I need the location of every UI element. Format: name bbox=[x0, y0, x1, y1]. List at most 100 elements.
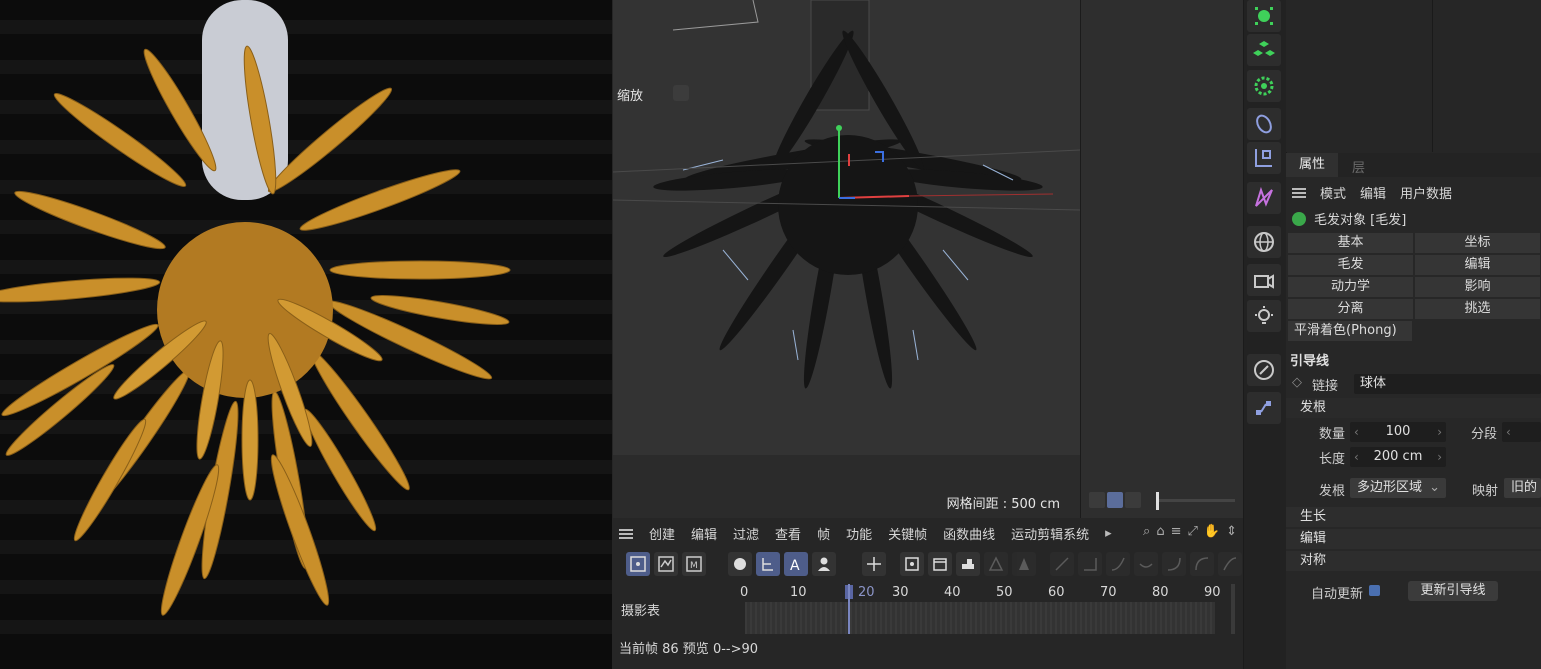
link-field[interactable]: 球体 bbox=[1354, 374, 1541, 394]
root-type-dropdown[interactable]: 多边形区域 ⌄ bbox=[1350, 478, 1446, 498]
hand-icon[interactable]: ✋ bbox=[1204, 524, 1220, 539]
more-arrow-icon[interactable]: ▸ bbox=[1105, 526, 1112, 541]
menu-create[interactable]: 创建 bbox=[649, 524, 675, 543]
count-label: 数量 bbox=[1319, 427, 1346, 442]
search-icon[interactable]: ⌕ bbox=[1143, 524, 1150, 539]
mograph-icon[interactable] bbox=[1247, 34, 1281, 66]
tab-dynamics[interactable]: 动力学 bbox=[1288, 277, 1413, 297]
zoom-slider[interactable] bbox=[1157, 499, 1235, 502]
clip-button[interactable] bbox=[928, 552, 952, 576]
menu-motion-clip[interactable]: 运动剪辑系统 bbox=[1011, 524, 1089, 543]
3d-viewport[interactable]: 缩放 网格间距 : 500 cm bbox=[613, 0, 1081, 518]
home-icon[interactable]: ⌂ bbox=[1156, 524, 1164, 539]
light-icon[interactable] bbox=[1247, 300, 1281, 332]
auto-update-checkbox[interactable] bbox=[1369, 585, 1380, 596]
tab-phong[interactable]: 平滑着色(Phong) bbox=[1288, 321, 1412, 341]
frame-ruler[interactable]: 0 10 20 30 40 50 60 70 80 90 bbox=[740, 584, 1221, 602]
field-icon[interactable] bbox=[1247, 182, 1281, 214]
nodes-icon[interactable] bbox=[1247, 392, 1281, 424]
tab-layers[interactable]: 层 bbox=[1352, 157, 1365, 176]
mapping-dropdown[interactable]: 旧的 bbox=[1504, 478, 1541, 498]
linear-interp-button bbox=[1050, 552, 1074, 576]
tab-hair[interactable]: 毛发 bbox=[1288, 255, 1413, 275]
cloner-icon[interactable] bbox=[1247, 0, 1281, 32]
attributes-tabs: 属性 层 bbox=[1286, 153, 1541, 177]
spline-interp-button bbox=[1106, 552, 1130, 576]
menu-frame[interactable]: 帧 bbox=[817, 524, 830, 543]
dopesheet-mode-button[interactable] bbox=[626, 552, 650, 576]
zoom-slider-knob[interactable] bbox=[1156, 492, 1159, 510]
auto-key-button[interactable]: A bbox=[784, 552, 808, 576]
tab-basic[interactable]: 基本 bbox=[1288, 233, 1413, 253]
tab-edit[interactable]: 编辑 bbox=[1415, 255, 1540, 275]
tool-palette bbox=[1243, 0, 1287, 669]
list-view-icon[interactable] bbox=[1089, 492, 1105, 508]
menu-view[interactable]: 查看 bbox=[775, 524, 801, 543]
tab-coord[interactable]: 坐标 bbox=[1415, 233, 1540, 253]
length-decrement-icon[interactable]: ‹ bbox=[1354, 447, 1359, 467]
grid-view-icon[interactable] bbox=[1107, 492, 1123, 508]
motion-mode-button[interactable]: M bbox=[682, 552, 706, 576]
ease-in-out-button bbox=[1134, 552, 1158, 576]
playhead-line[interactable] bbox=[848, 584, 850, 634]
sphere-key-button[interactable] bbox=[728, 552, 752, 576]
tab-influence[interactable]: 影响 bbox=[1415, 277, 1540, 297]
tab-attributes[interactable]: 属性 bbox=[1286, 153, 1338, 177]
edit-section[interactable]: 编辑 bbox=[1286, 529, 1541, 549]
menu-functions[interactable]: 功能 bbox=[846, 524, 872, 543]
update-guides-button[interactable]: 更新引导线 bbox=[1408, 581, 1498, 601]
svg-text:A: A bbox=[790, 558, 800, 573]
menu-edit[interactable]: 编辑 bbox=[1360, 183, 1386, 202]
maximize-icon[interactable]: ⤢ bbox=[1188, 524, 1198, 539]
menu-keyframes[interactable]: 关键帧 bbox=[888, 524, 927, 543]
zoom-toggle-icon[interactable] bbox=[673, 85, 689, 101]
menu-user-data[interactable]: 用户数据 bbox=[1400, 183, 1452, 202]
zoom-label: 缩放 bbox=[617, 89, 644, 104]
count-field[interactable]: ‹ 100 › bbox=[1350, 422, 1446, 442]
menu-mode[interactable]: 模式 bbox=[1320, 183, 1346, 202]
segments-decrement-icon[interactable]: ‹ bbox=[1506, 422, 1511, 442]
length-value: 200 cm bbox=[1373, 449, 1423, 464]
grid-spacing-label: 网格间距 : 500 cm bbox=[946, 497, 1060, 512]
spline-cube-icon[interactable] bbox=[1247, 142, 1281, 174]
menu-fcurves[interactable]: 函数曲线 bbox=[943, 524, 995, 543]
menu-filter[interactable]: 过滤 bbox=[733, 524, 759, 543]
globe-icon[interactable] bbox=[1247, 226, 1281, 258]
pen-icon[interactable] bbox=[1247, 354, 1281, 386]
segments-field[interactable]: ‹ bbox=[1502, 422, 1541, 442]
single-view-icon[interactable] bbox=[1125, 492, 1141, 508]
user-icon[interactable] bbox=[812, 552, 836, 576]
roots-section-label: 发根 bbox=[1300, 400, 1327, 415]
tab-select[interactable]: 挑选 bbox=[1415, 299, 1540, 319]
tab-detach[interactable]: 分离 bbox=[1288, 299, 1413, 319]
decrement-icon[interactable]: ‹ bbox=[1354, 422, 1359, 442]
keyframe-track-area[interactable] bbox=[745, 602, 1215, 634]
filter-icon[interactable]: ≡ bbox=[1171, 524, 1182, 539]
camera-icon[interactable] bbox=[1247, 264, 1281, 296]
move-key-button[interactable] bbox=[862, 552, 886, 576]
viewport-scene bbox=[613, 0, 1080, 389]
frame-selected-button[interactable] bbox=[900, 552, 924, 576]
fcurve-mode-button[interactable] bbox=[654, 552, 678, 576]
hierarchy-button[interactable] bbox=[756, 552, 780, 576]
sweep-button[interactable] bbox=[956, 552, 980, 576]
roots-section[interactable]: 发根 bbox=[1286, 398, 1541, 418]
auto-update-label: 自动更新 bbox=[1311, 587, 1364, 602]
gear-sphere-icon[interactable] bbox=[1247, 70, 1281, 102]
ruler-tick: 40 bbox=[944, 585, 961, 600]
length-field[interactable]: ‹ 200 cm › bbox=[1350, 447, 1446, 467]
menu-edit[interactable]: 编辑 bbox=[691, 524, 717, 543]
menu-icon[interactable] bbox=[1292, 187, 1306, 198]
length-increment-icon[interactable]: › bbox=[1437, 447, 1442, 467]
ruler-tick: 50 bbox=[996, 585, 1013, 600]
timeline-scrollbar[interactable] bbox=[1231, 584, 1235, 634]
increment-icon[interactable]: › bbox=[1437, 422, 1442, 442]
link-diamond-icon[interactable]: ◇ bbox=[1292, 375, 1302, 390]
timeline-menu-icon[interactable] bbox=[619, 528, 633, 539]
growth-section[interactable]: 生长 bbox=[1286, 507, 1541, 527]
symmetry-section[interactable]: 对称 bbox=[1286, 551, 1541, 571]
guides-title: 引导线 bbox=[1290, 354, 1330, 369]
move-icon[interactable]: ⇕ bbox=[1226, 524, 1237, 539]
attributes-menu: 模式 编辑 用户数据 bbox=[1292, 183, 1452, 202]
deformer-icon[interactable] bbox=[1247, 108, 1281, 140]
